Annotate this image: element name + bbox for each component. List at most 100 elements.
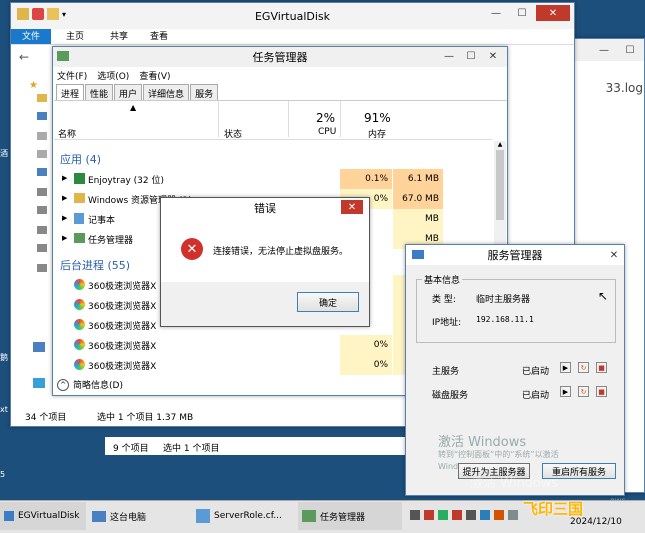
tray-icon[interactable] [410,510,420,520]
close-icon[interactable]: ✕ [341,200,363,214]
drive-icon[interactable] [37,188,47,196]
header-divider [340,101,341,137]
ok-button[interactable]: 确定 [297,292,359,312]
scroll-thumb[interactable] [496,150,504,220]
chevron-right-icon[interactable]: ▶ [62,214,67,222]
menu-file[interactable]: 文件(F) [57,69,87,82]
system-tray [410,510,518,520]
ribbon-tab-file[interactable]: 文件 [11,29,51,44]
row-name: 360极速浏览器X [88,282,157,292]
explorer2-status-items: 9 个项目 [113,444,149,454]
maximize-icon[interactable]: ☐ [618,42,642,58]
nav-pane: ★ [11,68,51,408]
watermark-line2: 转到“控制面板”中的“系统”以激活 [438,450,559,459]
task-manager-titlebar[interactable]: 任务管理器 — ☐ ✕ [53,47,507,67]
header-cpu-pct: 2% [316,111,336,125]
menu-options[interactable]: 选项(O) [97,69,129,82]
drive-icon[interactable] [37,244,47,252]
computer-icon[interactable] [37,168,47,176]
scroll-up-icon[interactable]: ▲ [494,141,506,148]
browser-icon [74,299,85,310]
drive-icon[interactable] [37,132,47,140]
drive-icon[interactable] [37,264,47,272]
tray-icon[interactable] [480,510,490,520]
minimize-icon[interactable]: — [484,5,508,21]
maximize-icon[interactable]: ☐ [510,5,534,21]
clock-date[interactable]: 2024/12/10 [570,517,622,527]
tray-icon[interactable] [508,510,518,520]
watermark-line1: 激活 Windows [438,435,527,450]
stop-icon[interactable]: ■ [596,386,607,397]
homegroup-icon[interactable] [33,378,45,388]
taskbar-item-serverrole[interactable]: ServerRole.cf... [192,502,292,530]
browser-icon [74,359,85,370]
chevron-right-icon[interactable]: ▶ [62,234,67,242]
folder-icon [17,8,29,20]
new-folder-icon[interactable] [47,8,59,20]
row-name: 360极速浏览器X [88,342,157,352]
restart-icon[interactable]: ↻ [578,386,589,397]
ribbon-tab-share[interactable]: 共享 [99,29,139,44]
table-row[interactable]: ▶ Enjoytray (32 位) 0.1% 6.1 MB [54,169,494,189]
chevron-up-icon[interactable]: ^ [57,378,69,391]
minimize-icon[interactable]: — [439,48,459,64]
taskbar-item-egvirtualdisk[interactable]: EGVirtualDisk [0,502,86,530]
ribbon-tab-home[interactable]: 主页 [51,29,99,44]
fewer-details[interactable]: ^ 简略信息(D) [57,378,123,391]
taskbar-item-label: EGVirtualDisk [18,511,80,521]
group-apps[interactable]: 应用 (4) [60,151,101,167]
secondary-titlebar[interactable]: — ☐ [563,39,644,61]
task-manager-title: 任务管理器 [252,51,308,64]
minimize-icon[interactable]: — [592,42,616,58]
row-name: 360极速浏览器X [88,362,157,372]
close-icon[interactable]: ✕ [606,247,622,263]
error-title: 错误 [254,202,276,215]
desktop-icon[interactable] [37,112,47,120]
cursor-icon: ↖ [598,289,609,303]
chevron-down-icon[interactable]: ▾ [62,8,66,20]
header-cpu[interactable]: CPU [318,127,336,137]
service-manager-title: 服务管理器 [487,249,543,262]
service-manager-titlebar[interactable]: 服务管理器 ✕ [406,245,624,265]
drive-icon[interactable] [37,206,47,214]
start-icon[interactable]: ▶ [560,386,571,397]
group-background[interactable]: 后台进程 (55) [60,257,130,273]
tray-icon[interactable] [438,510,448,520]
error-titlebar[interactable]: 错误 ✕ [161,198,369,218]
restart-icon[interactable]: ↻ [578,362,589,373]
back-button[interactable]: ← [19,50,29,64]
taskbar-item-task-manager[interactable]: 任务管理器 [298,502,402,530]
tray-icon[interactable] [494,510,504,520]
ribbon-tab-view[interactable]: 查看 [139,29,179,44]
close-icon[interactable]: ✕ [536,5,570,21]
network-icon[interactable] [33,342,45,352]
start-icon[interactable]: ▶ [560,362,571,373]
maximize-icon[interactable]: ☐ [461,48,481,64]
tray-icon[interactable] [452,510,462,520]
disk-service-status: 已启动 [522,391,550,401]
menu-view[interactable]: 查看(V) [139,69,170,82]
tray-icon[interactable] [466,510,476,520]
row-name: Enjoytray (32 位) [88,176,164,186]
star-icon[interactable]: ★ [29,80,38,91]
notepad-icon [196,509,210,523]
chevron-right-icon[interactable]: ▶ [62,174,67,182]
drive-icon[interactable] [37,150,47,158]
folder-icon[interactable] [37,94,47,102]
chevron-right-icon[interactable]: ▶ [62,194,67,202]
close-icon[interactable]: ✕ [483,48,503,64]
drive-icon[interactable] [37,226,47,234]
taskbar-item-this-pc[interactable]: 这台电脑 [88,502,186,530]
notepad-icon [74,213,84,224]
properties-icon[interactable] [32,8,44,20]
stop-icon[interactable]: ■ [596,362,607,373]
main-service-status: 已启动 [522,367,550,377]
task-manager-icon [57,51,69,61]
row-name: 任务管理器 [88,236,134,246]
explorer-titlebar[interactable]: ▾ EGVirtualDisk — ☐ ✕ [11,3,574,29]
tray-icon[interactable] [424,510,434,520]
error-dialog: 错误 ✕ ✕ 连接错误，无法停止虚拟盘服务。 确定 [160,197,370,327]
taskbar-item-label: ServerRole.cf... [214,511,282,521]
fewer-details-label[interactable]: 简略信息(D) [73,378,123,391]
main-service-label: 主服务 [432,367,460,377]
